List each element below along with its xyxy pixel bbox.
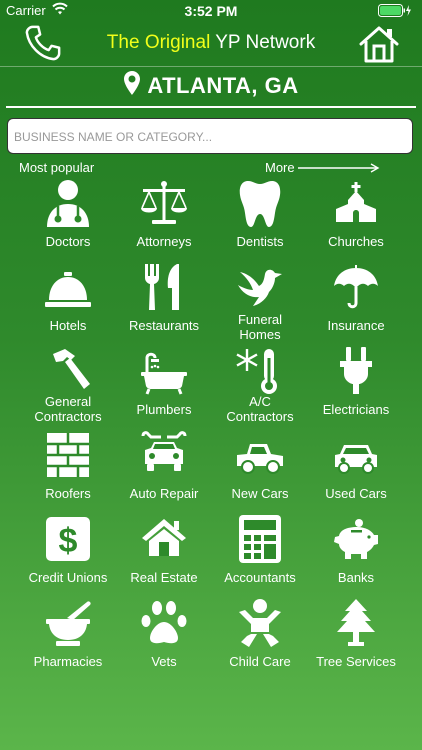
category-label: Roofers xyxy=(45,486,91,501)
home-icon[interactable] xyxy=(358,24,400,64)
category-label: A/C Contractors xyxy=(226,394,294,424)
category-restaurants[interactable]: Restaurants xyxy=(116,260,212,344)
car-wrench-icon xyxy=(141,431,187,471)
title-highlight: The Original xyxy=(106,32,211,53)
doctor-icon xyxy=(47,180,89,227)
category-label: Attorneys xyxy=(136,234,192,249)
clock: 3:52 PM xyxy=(184,3,238,19)
category-doctors[interactable]: Doctors xyxy=(20,176,116,260)
category-banks[interactable]: Banks xyxy=(308,512,404,596)
location-divider xyxy=(6,106,416,108)
search-placeholder: BUSINESS NAME OR CATEGORY... xyxy=(14,130,213,144)
status-bar: Carrier 3:52 PM xyxy=(0,0,422,22)
utensils-icon xyxy=(145,264,179,310)
category-auto-repair[interactable]: Auto Repair xyxy=(116,428,212,512)
mortar-pestle-icon xyxy=(46,601,91,646)
category-electricians[interactable]: Electricians xyxy=(308,344,404,428)
category-dentists[interactable]: Dentists xyxy=(212,176,308,260)
tooth-icon xyxy=(239,181,281,227)
category-label: Child Care xyxy=(229,654,291,669)
category-label: Funeral Homes xyxy=(237,312,283,342)
category-label: Accountants xyxy=(224,570,296,585)
category-plumbers[interactable]: Plumbers xyxy=(116,344,212,428)
car-icon xyxy=(335,445,377,474)
category-tree-services[interactable]: Tree Services xyxy=(308,596,404,680)
category-label: Doctors xyxy=(45,234,91,249)
category-label: Auto Repair xyxy=(129,486,199,501)
category-label: Credit Unions xyxy=(28,570,108,585)
title-rest: YP Network xyxy=(210,32,316,53)
category-accountants[interactable]: Accountants xyxy=(212,512,308,596)
bricks-icon xyxy=(47,433,89,477)
dove-icon xyxy=(238,269,282,306)
dollar-icon: $ xyxy=(46,517,90,561)
category-funeral-homes[interactable]: Funeral Homes xyxy=(212,260,308,344)
baby-icon xyxy=(239,599,281,647)
more-link[interactable]: More xyxy=(265,160,295,175)
category-roofers[interactable]: Roofers xyxy=(20,428,116,512)
calculator-icon xyxy=(239,515,281,563)
category-label: Plumbers xyxy=(136,402,192,417)
arrow-right-icon[interactable] xyxy=(298,163,380,173)
house-icon xyxy=(142,519,186,556)
category-used-cars[interactable]: Used Cars xyxy=(308,428,404,512)
category-pharmacies[interactable]: Pharmacies xyxy=(20,596,116,680)
paw-icon xyxy=(141,601,187,644)
category-child-care[interactable]: Child Care xyxy=(212,596,308,680)
category-label: Electricians xyxy=(322,402,390,417)
category-label: Banks xyxy=(337,570,375,585)
category-hotels[interactable]: Hotels xyxy=(20,260,116,344)
battery-icon xyxy=(378,4,411,17)
bell-icon xyxy=(45,272,91,307)
category-label: Insurance xyxy=(327,318,385,333)
search-input[interactable]: BUSINESS NAME OR CATEGORY... xyxy=(7,118,413,154)
category-label: Vets xyxy=(151,654,177,669)
location-selector[interactable]: ATLANTA, GA xyxy=(0,70,422,102)
category-insurance[interactable]: Insurance xyxy=(308,260,404,344)
plug-icon xyxy=(340,347,372,394)
category-label: Hotels xyxy=(49,318,87,333)
category-label: Pharmacies xyxy=(33,654,103,669)
category-general-contractors[interactable]: General Contractors xyxy=(20,344,116,428)
category-churches[interactable]: Churches xyxy=(308,176,404,260)
category-label: Churches xyxy=(328,234,384,249)
app-header: The Original YP Network xyxy=(0,22,422,66)
category-attorneys[interactable]: Attorneys xyxy=(116,176,212,260)
thermometer-icon xyxy=(236,349,277,394)
location-pin-icon xyxy=(124,71,141,95)
category-label: Real Estate xyxy=(130,570,198,585)
category-label: Tree Services xyxy=(316,654,396,669)
header-separator xyxy=(0,66,422,67)
tree-icon xyxy=(337,599,375,646)
category-label: General Contractors xyxy=(34,394,102,424)
location-label: ATLANTA, GA xyxy=(147,73,299,98)
umbrella-icon xyxy=(334,265,378,309)
scales-icon xyxy=(141,181,187,224)
piggy-bank-icon xyxy=(334,519,378,559)
category-vets[interactable]: Vets xyxy=(116,596,212,680)
category-label: Used Cars xyxy=(325,486,387,501)
category-label: Restaurants xyxy=(128,318,200,333)
category-ac-contractors[interactable]: A/C Contractors xyxy=(212,344,308,428)
bathtub-icon xyxy=(141,352,187,395)
category-new-cars[interactable]: New Cars xyxy=(212,428,308,512)
category-real-estate[interactable]: Real Estate xyxy=(116,512,212,596)
church-icon xyxy=(336,182,376,222)
hammer-icon xyxy=(53,349,90,389)
svg-text:$: $ xyxy=(59,522,78,560)
truck-icon xyxy=(237,444,283,474)
most-popular-label: Most popular xyxy=(19,160,95,175)
category-label: New Cars xyxy=(231,486,289,501)
category-label: Dentists xyxy=(236,234,284,249)
category-credit-unions[interactable]: $ Credit Unions xyxy=(20,512,116,596)
